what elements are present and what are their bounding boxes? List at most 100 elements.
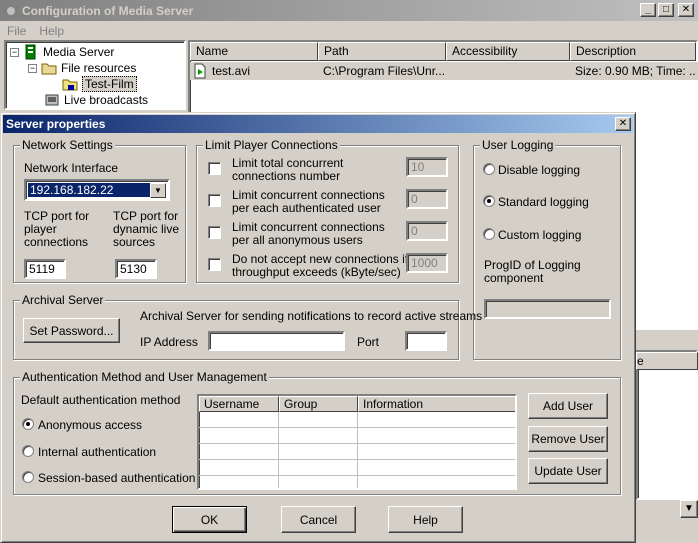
anonymous-access-radio[interactable]	[22, 418, 34, 430]
file-name: test.avi	[212, 64, 251, 78]
network-settings-legend: Network Settings	[20, 138, 115, 152]
column-name[interactable]: Name	[190, 42, 318, 61]
table-cell	[199, 476, 279, 488]
limit-anonymous-label-2: per all anonymous users	[232, 233, 363, 247]
disable-logging-label: Disable logging	[498, 163, 581, 177]
network-interface-select[interactable]: 192.168.182.22 ▼	[24, 179, 170, 201]
limit-anonymous-checkbox[interactable]	[208, 226, 221, 239]
collapse-icon[interactable]: −	[10, 47, 19, 57]
table-cell	[199, 428, 279, 444]
limit-throughput-label-2: throughput exceeds (kByte/sec)	[232, 265, 401, 279]
network-interface-label: Network Interface	[24, 161, 119, 175]
scroll-down-button[interactable]: ▼	[680, 500, 698, 518]
folder-icon	[41, 63, 57, 75]
progid-label-2: component	[484, 271, 544, 285]
tree-label-live-broadcasts: Live broadcasts	[64, 93, 149, 107]
lower-header-fragment: e	[637, 354, 644, 368]
table-cell	[199, 412, 279, 428]
limit-throughput-checkbox[interactable]	[208, 258, 221, 271]
help-button[interactable]: Help	[388, 506, 463, 533]
column-information[interactable]: Information	[358, 396, 515, 412]
table-cell	[199, 444, 279, 460]
limit-per-user-label-2: per each authenticated user	[232, 201, 381, 215]
progid-input[interactable]	[484, 299, 611, 319]
add-user-button[interactable]: Add User	[528, 393, 608, 419]
port-label: Port	[357, 335, 380, 349]
tcp-player-port-input[interactable]: 5119	[24, 259, 66, 279]
maximize-button[interactable]: □	[658, 3, 674, 17]
table-cell	[279, 412, 358, 428]
internal-auth-radio[interactable]	[22, 445, 34, 457]
limit-per-user-input[interactable]: 0	[406, 189, 448, 209]
disable-logging-radio[interactable]	[483, 163, 495, 175]
lower-list[interactable]	[636, 350, 698, 500]
tcp-player-label-3: connections	[24, 235, 89, 249]
collapse-icon[interactable]: −	[28, 63, 37, 73]
tree-item-file-resources[interactable]: − File resources	[28, 60, 136, 76]
session-auth-label: Session-based authentication	[38, 471, 196, 485]
menu-file[interactable]: File	[0, 24, 32, 38]
tree-item-media-server[interactable]: − Media Server	[10, 44, 114, 60]
column-username[interactable]: Username	[199, 396, 279, 412]
file-path: C:\Program Files\Unr...	[323, 64, 446, 78]
table-cell	[279, 476, 358, 488]
user-logging-legend: User Logging	[480, 138, 556, 152]
custom-logging-label: Custom logging	[498, 228, 582, 242]
table-cell	[279, 428, 358, 444]
main-window-title: Configuration of Media Server	[22, 3, 194, 18]
column-description[interactable]: Description	[570, 42, 696, 61]
tcp-live-port-input[interactable]: 5130	[115, 259, 157, 279]
tree-item-test-film[interactable]: Test-Film	[62, 76, 137, 92]
lower-list-header: e	[636, 352, 698, 370]
server-icon	[25, 44, 36, 60]
limit-total-label-2: connections number	[232, 169, 341, 183]
limit-per-user-checkbox[interactable]	[208, 194, 221, 207]
list-header: Name Path Accessibility Description	[190, 42, 696, 61]
film-folder-icon	[62, 79, 78, 91]
table-cell	[279, 444, 358, 460]
remove-user-button[interactable]: Remove User	[528, 426, 608, 452]
tree-label-media-server: Media Server	[43, 45, 115, 59]
user-logging-group: User Logging Disable logging Standard lo…	[473, 138, 621, 360]
anonymous-access-label: Anonymous access	[38, 418, 143, 432]
column-path[interactable]: Path	[318, 42, 446, 61]
dialog-close-button[interactable]: ✕	[615, 117, 631, 131]
cancel-button[interactable]: Cancel	[281, 506, 356, 533]
archival-description: Archival Server for sending notification…	[140, 309, 483, 323]
port-input[interactable]	[405, 331, 447, 351]
session-auth-radio[interactable]	[22, 471, 34, 483]
update-user-button[interactable]: Update User	[528, 458, 608, 484]
standard-logging-label: Standard logging	[498, 195, 589, 209]
ip-address-label: IP Address	[140, 335, 198, 349]
table-cell	[358, 476, 515, 488]
column-accessibility[interactable]: Accessibility	[446, 42, 570, 61]
menu-bar: File Help	[0, 21, 698, 40]
close-button[interactable]: ✕	[678, 3, 694, 17]
limit-anonymous-input[interactable]: 0	[406, 221, 448, 241]
archival-server-group: Archival Server Set Password... Archival…	[13, 293, 482, 360]
table-cell	[358, 428, 515, 444]
table-cell	[279, 460, 358, 476]
users-table[interactable]: Username Group Information	[197, 394, 517, 490]
limit-total-input[interactable]: 10	[406, 157, 448, 177]
limit-connections-legend: Limit Player Connections	[203, 138, 340, 152]
ok-button[interactable]: OK	[172, 506, 247, 533]
resource-tree[interactable]: − Media Server − File resources Test-Fil…	[4, 40, 186, 110]
list-item[interactable]: test.avi C:\Program Files\Unr... Size: 0…	[190, 62, 698, 80]
app-icon	[4, 4, 18, 17]
file-accessibility	[446, 62, 570, 80]
ip-address-input[interactable]	[208, 331, 345, 351]
tree-label-test-film: Test-Film	[82, 76, 137, 92]
chevron-down-icon[interactable]: ▼	[150, 183, 166, 198]
limit-total-checkbox[interactable]	[208, 162, 221, 175]
set-password-button[interactable]: Set Password...	[23, 318, 120, 343]
menu-help[interactable]: Help	[32, 24, 70, 38]
minimize-button[interactable]: _	[640, 3, 656, 17]
column-group[interactable]: Group	[279, 396, 358, 412]
limit-connections-group: Limit Player Connections Limit total con…	[196, 138, 459, 283]
custom-logging-radio[interactable]	[483, 228, 495, 240]
standard-logging-radio[interactable]	[483, 195, 495, 207]
limit-throughput-input[interactable]: 1000	[406, 253, 448, 273]
file-description: Size: 0.90 MB; Time: ...	[575, 64, 696, 78]
tree-item-live-broadcasts[interactable]: Live broadcasts	[44, 92, 148, 108]
